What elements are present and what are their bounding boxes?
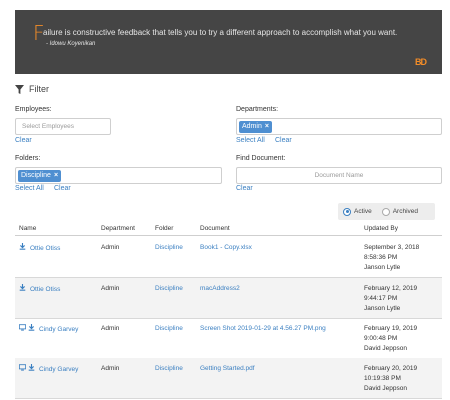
column-header-updated-by[interactable]: Updated By — [364, 225, 398, 232]
find-document-clear-link[interactable]: Clear — [236, 185, 253, 192]
row-department: Admin — [101, 244, 120, 251]
folders-clear-link[interactable]: Clear — [54, 185, 71, 192]
table-header: Name Department Folder Document Updated … — [15, 221, 442, 236]
quote-author: - Idowu Koyenikan — [46, 41, 96, 47]
employees-clear-link[interactable]: Clear — [15, 137, 32, 144]
column-header-document[interactable]: Document — [200, 225, 230, 232]
find-document-label: Find Document: — [236, 155, 286, 162]
row-name-cell: Cindy Garvey — [19, 324, 78, 335]
employees-select[interactable]: Select Employees — [15, 118, 111, 135]
row-document-link[interactable]: macAddress2 — [200, 284, 240, 294]
column-header-folder[interactable]: Folder — [155, 225, 173, 232]
brand-logo: BD — [415, 57, 427, 67]
row-updated-user: David Jeppson — [364, 385, 407, 392]
download-icon[interactable] — [28, 364, 35, 375]
quote-text: ailure is constructive feedback that tel… — [43, 28, 398, 37]
funnel-icon — [15, 84, 24, 94]
remove-tag-icon[interactable]: × — [265, 123, 269, 130]
row-department: Admin — [101, 365, 120, 372]
row-document-link[interactable]: Book1 - Copy.xlsx — [200, 243, 252, 253]
departments-select[interactable]: Admin × — [236, 118, 442, 135]
active-label: Active — [354, 208, 372, 215]
row-icons — [19, 324, 35, 335]
row-department: Admin — [101, 325, 120, 332]
row-updated-date: February 20, 2019 — [364, 365, 418, 372]
row-updated-by: February 20, 2019 10:19:38 PM David Jeppso… — [364, 364, 417, 394]
employee-name-link[interactable]: Ottie Otiss — [30, 245, 60, 252]
department-tag-label: Admin — [242, 123, 262, 130]
row-updated-time: 10:19:38 PM — [364, 375, 401, 382]
row-updated-by: September 3, 2018 8:58:36 PM Janson Lytle — [364, 243, 419, 273]
row-folder-link[interactable]: Discipline — [155, 284, 183, 294]
row-folder-link[interactable]: Discipline — [155, 243, 183, 253]
folder-tag-discipline[interactable]: Discipline × — [18, 169, 62, 182]
table-row[interactable]: Ottie Otiss Admin Discipline Book1 - Copy.x… — [15, 237, 442, 278]
row-icons — [19, 243, 26, 254]
row-document-link[interactable]: Getting Started.pdf — [200, 364, 255, 374]
archived-label: Archived — [392, 208, 418, 215]
archived-radio[interactable]: Archived — [381, 207, 418, 216]
quote-banner: F ailure is constructive feedback that t… — [15, 10, 442, 74]
row-name-cell: Ottie Otiss — [19, 243, 60, 254]
row-updated-date: February 12, 2019 — [364, 285, 418, 292]
department-tag-admin[interactable]: Admin × — [239, 120, 272, 133]
employee-name-link[interactable]: Cindy Garvey — [39, 366, 78, 373]
folders-select-all-link[interactable]: Select All — [15, 185, 44, 192]
row-updated-user: Janson Lytle — [364, 264, 401, 271]
row-updated-date: February 19, 2019 — [364, 325, 418, 332]
status-toggle: Active Archived — [338, 203, 435, 220]
row-folder-link[interactable]: Discipline — [155, 364, 183, 374]
column-header-department[interactable]: Department — [101, 225, 135, 232]
document-name-placeholder: Document Name — [314, 172, 364, 179]
folders-select[interactable]: Discipline × — [15, 167, 222, 184]
filter-header[interactable]: Filter — [15, 84, 49, 94]
download-icon[interactable] — [19, 284, 26, 295]
download-icon[interactable] — [19, 243, 26, 254]
departments-clear-link[interactable]: Clear — [275, 137, 292, 144]
row-department: Admin — [101, 285, 120, 292]
folders-label: Folders: — [15, 155, 41, 162]
row-updated-time: 8:58:36 PM — [364, 254, 398, 261]
employee-name-link[interactable]: Cindy Garvey — [39, 326, 78, 333]
row-icons — [19, 284, 26, 295]
folder-tag-label: Discipline — [21, 172, 51, 179]
row-updated-date: September 3, 2018 — [364, 244, 420, 251]
table-row[interactable]: Cindy Garvey Admin Discipline Screen Shot 2… — [15, 318, 442, 359]
employees-placeholder: Select Employees — [22, 123, 75, 130]
monitor-icon[interactable] — [19, 364, 26, 375]
row-document-link[interactable]: Screen Shot 2019-01-29 at 4.56.27 PM.png — [200, 324, 326, 334]
download-icon[interactable] — [28, 324, 35, 335]
row-updated-user: Janson Lytle — [364, 305, 401, 312]
column-header-name[interactable]: Name — [19, 225, 36, 232]
monitor-icon[interactable] — [19, 324, 26, 335]
active-radio[interactable]: Active — [343, 207, 372, 216]
row-name-cell: Ottie Otiss — [19, 284, 60, 295]
table-row[interactable]: Ottie Otiss Admin Discipline macAddress2 Feb… — [15, 278, 442, 319]
remove-tag-icon[interactable]: × — [54, 172, 58, 179]
row-updated-time: 9:00:48 PM — [364, 335, 398, 342]
radio-selected-icon — [343, 207, 351, 216]
row-updated-by: February 19, 2019 9:00:48 PM David Jeppson — [364, 324, 417, 354]
radio-unselected-icon — [381, 207, 390, 216]
filter-title: Filter — [29, 84, 49, 94]
employee-name-link[interactable]: Ottie Otiss — [30, 286, 60, 293]
row-updated-user: David Jeppson — [364, 345, 407, 352]
row-folder-link[interactable]: Discipline — [155, 324, 183, 334]
row-name-cell: Cindy Garvey — [19, 364, 78, 375]
document-name-input[interactable]: Document Name — [236, 167, 442, 184]
row-updated-time: 9:44:17 PM — [364, 295, 398, 302]
departments-select-all-link[interactable]: Select All — [236, 137, 265, 144]
table-row[interactable]: Cindy Garvey Admin Discipline Getting Start… — [15, 358, 442, 399]
row-updated-by: February 12, 2019 9:44:17 PM Janson Lytle — [364, 284, 417, 314]
departments-label: Departments: — [236, 106, 279, 113]
employees-label: Employees: — [15, 106, 52, 113]
row-icons — [19, 364, 35, 375]
